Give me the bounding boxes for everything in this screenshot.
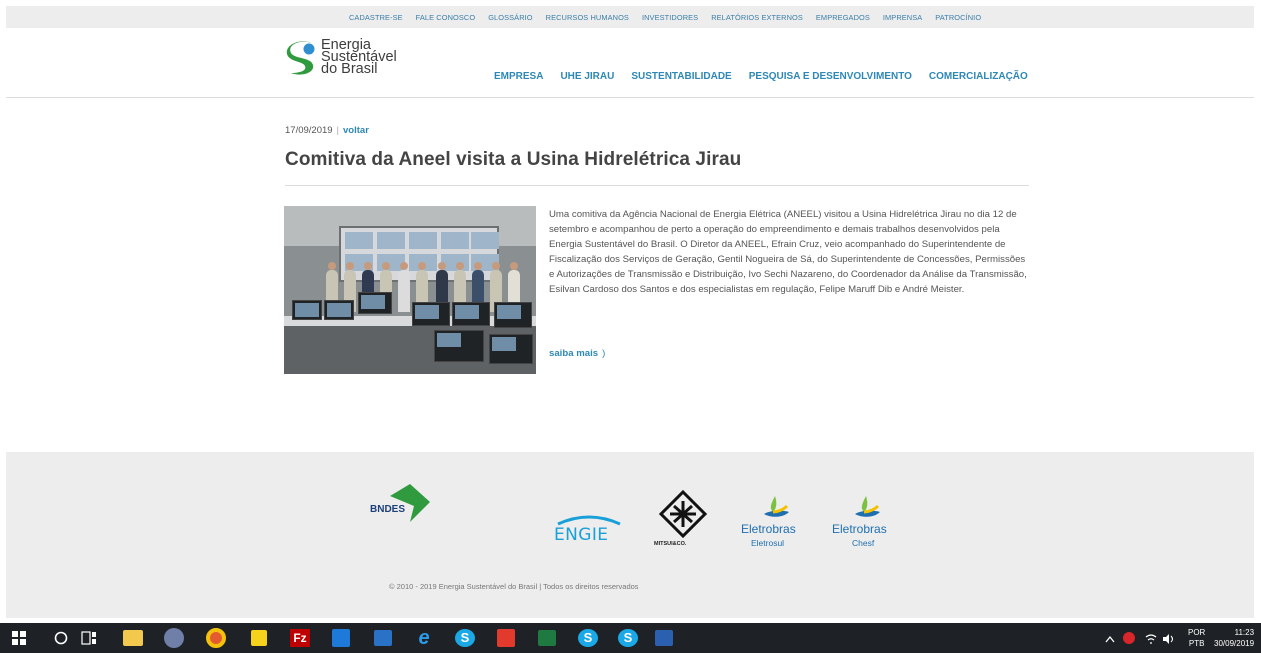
mitsui-diamond-icon	[658, 490, 708, 538]
link-empregados[interactable]: EMPREGADOS	[816, 13, 870, 22]
filezilla-icon[interactable]: Fz	[290, 629, 310, 647]
article-title: Comitiva da Aneel visita a Usina Hidrelé…	[285, 149, 742, 170]
file-explorer-icon[interactable]	[123, 630, 143, 646]
eletrobras-eletrosul-logo[interactable]: Eletrobras Eletrosul	[741, 492, 811, 548]
link-relatorios-externos[interactable]: RELATÓRIOS EXTERNOS	[711, 13, 803, 22]
acrobat-icon[interactable]	[497, 629, 515, 647]
logo-swoosh-icon	[286, 41, 315, 75]
nav-pesquisa-desenvolvimento[interactable]: PESQUISA E DESENVOLVIMENTO	[749, 71, 912, 82]
engie-label: ENGIE	[554, 525, 609, 545]
outlook-icon[interactable]	[374, 630, 392, 646]
dateline-separator: |	[336, 125, 340, 136]
nav-empresa[interactable]: EMPRESA	[494, 71, 543, 82]
eletrosul-brand: Eletrobras	[741, 522, 796, 536]
excel-icon[interactable]	[538, 630, 556, 646]
nav-uhe-jirau[interactable]: UHE JIRAU	[560, 71, 614, 82]
chrome-icon[interactable]	[206, 628, 226, 648]
eletrobras-drop-icon	[764, 496, 789, 517]
chevron-right-icon: )	[602, 348, 606, 359]
back-link[interactable]: voltar	[343, 125, 369, 136]
input-language[interactable]: POR PTB	[1188, 627, 1205, 649]
site-header: Energia Sustentável do Brasil EMPRESA UH…	[6, 28, 1254, 98]
task-view-icon[interactable]	[81, 631, 97, 645]
keyboard-layout: PTB	[1188, 639, 1205, 648]
skype-icon[interactable]: S	[455, 629, 475, 647]
language-code: POR	[1188, 628, 1206, 637]
link-imprensa[interactable]: IMPRENSA	[883, 13, 922, 22]
mitsui-logo[interactable]: MITSUI&CO.	[654, 490, 714, 552]
chesf-brand: Eletrobras	[832, 522, 887, 536]
article-date: 17/09/2019	[285, 125, 333, 136]
search-circle-icon[interactable]	[54, 631, 68, 645]
chesf-sub: Chesf	[852, 538, 875, 548]
skype-business-icon[interactable]: S	[578, 629, 598, 647]
eletrobras-drop-icon	[855, 496, 880, 517]
nav-comercializacao[interactable]: COMERCIALIZAÇÃO	[929, 71, 1028, 82]
mitsui-label: MITSUI&CO.	[654, 541, 687, 547]
site-logo[interactable]: Energia Sustentável do Brasil	[285, 38, 425, 88]
main-nav: EMPRESA UHE JIRAU SUSTENTABILIDADE PESQU…	[494, 71, 1028, 82]
engie-arc-icon	[557, 515, 621, 526]
paint-app-icon[interactable]	[164, 628, 184, 648]
utility-bar: CADASTRE-SE FALE CONOSCO GLOSSÁRIO RECUR…	[6, 6, 1254, 28]
utility-links: CADASTRE-SE FALE CONOSCO GLOSSÁRIO RECUR…	[349, 6, 981, 28]
engie-logo[interactable]: ENGIE	[554, 512, 624, 545]
eletrosul-sub: Eletrosul	[751, 538, 785, 548]
bndes-logo[interactable]: BNDES	[370, 482, 440, 532]
copyright-text: © 2010 - 2019 Energia Sustentável do Bra…	[389, 582, 639, 591]
tray-app-icon[interactable]	[1123, 632, 1135, 644]
article-dateline: 17/09/2019 | voltar	[285, 125, 369, 136]
link-cadastre-se[interactable]: CADASTRE-SE	[349, 13, 403, 22]
link-fale-conosco[interactable]: FALE CONOSCO	[416, 13, 476, 22]
internet-explorer-icon[interactable]: e	[414, 628, 434, 648]
article-body: Uma comitiva da Agência Nacional de Ener…	[549, 209, 1027, 295]
clock-time: 11:23	[1234, 628, 1255, 637]
clock-date: 30/09/2019	[1214, 639, 1255, 648]
volume-icon[interactable]	[1162, 633, 1176, 645]
link-glossario[interactable]: GLOSSÁRIO	[488, 13, 532, 22]
word-icon[interactable]	[655, 630, 673, 646]
wifi-icon[interactable]	[1145, 633, 1157, 645]
windows-start-icon[interactable]	[12, 631, 26, 645]
browser-page: CADASTRE-SE FALE CONOSCO GLOSSÁRIO RECUR…	[0, 0, 1261, 653]
link-recursos-humanos[interactable]: RECURSOS HUMANOS	[546, 13, 629, 22]
system-clock[interactable]: 11:23 30/09/2019	[1214, 627, 1254, 649]
chevron-up-icon[interactable]	[1105, 635, 1115, 643]
title-divider	[285, 185, 1029, 186]
eletrobras-chesf-logo[interactable]: Eletrobras Chesf	[832, 492, 902, 548]
article-photo	[284, 206, 536, 374]
trello-icon[interactable]	[332, 629, 350, 647]
read-more-link[interactable]: saiba mais)	[549, 348, 605, 359]
sticky-notes-icon[interactable]	[251, 630, 267, 646]
site-footer: BNDES ENGIE MITSUI&CO. Eletrobras Eletro…	[6, 452, 1254, 618]
read-more-label[interactable]: saiba mais	[549, 348, 598, 359]
windows-taskbar: Fz e S S S POR PTB 11:23 30/09/2019	[0, 623, 1261, 653]
link-patrocinio[interactable]: PATROCÍNIO	[935, 13, 981, 22]
link-investidores[interactable]: INVESTIDORES	[642, 13, 698, 22]
logo-wordmark: Energia Sustentável do Brasil	[321, 38, 397, 77]
nav-sustentabilidade[interactable]: SUSTENTABILIDADE	[631, 71, 731, 82]
bndes-label: BNDES	[370, 504, 406, 515]
skype-icon-2[interactable]: S	[618, 629, 638, 647]
